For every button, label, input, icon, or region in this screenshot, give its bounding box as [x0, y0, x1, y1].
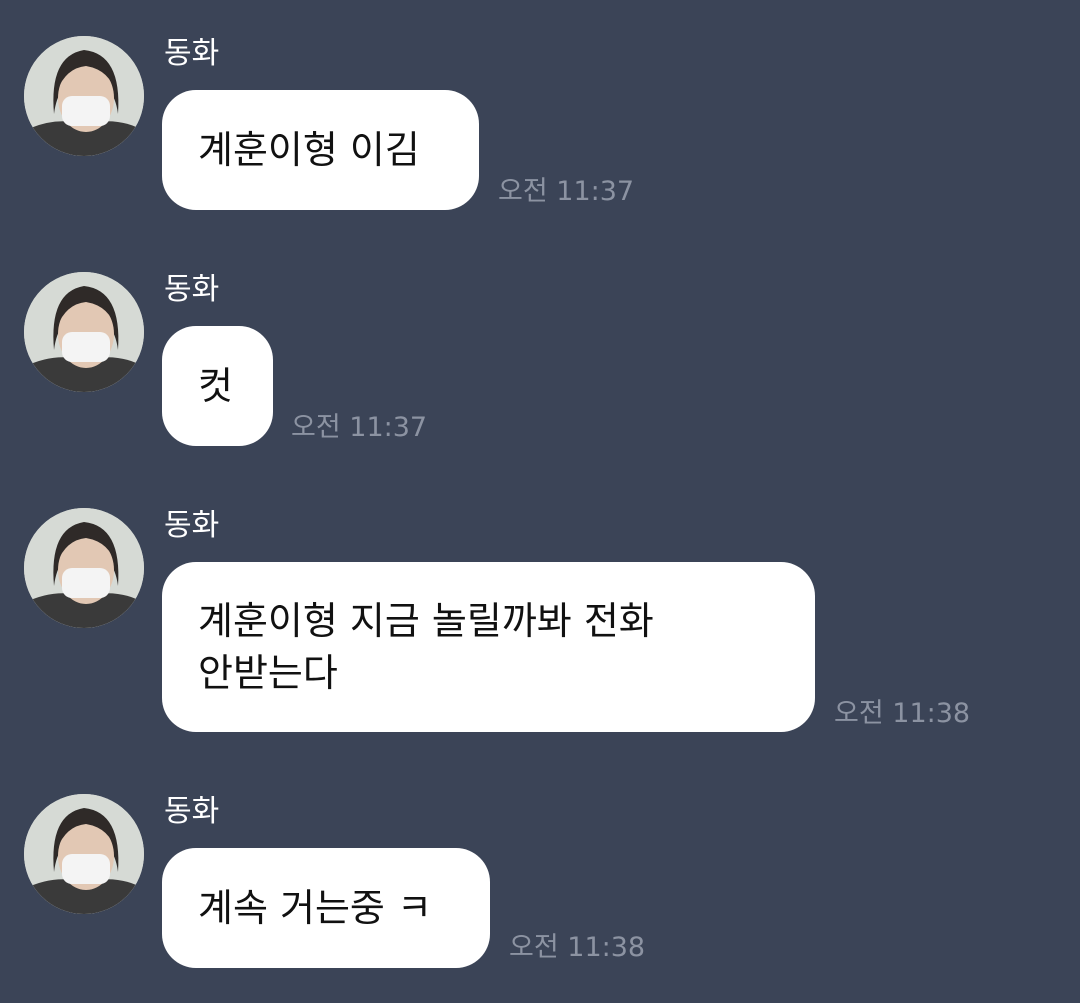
sender-name: 동화 — [164, 272, 220, 307]
message-text: 컷 — [198, 364, 233, 408]
message-time: 오전 11:37 — [498, 176, 635, 207]
message-time: 오전 11:37 — [291, 412, 428, 443]
message-bubble[interactable]: 계훈이형 지금 놀릴까봐 전화 안받는다 — [162, 562, 815, 732]
message-text: 계훈이형 지금 놀릴까봐 전화 안받는다 — [198, 599, 654, 695]
profile-photo — [24, 794, 144, 914]
profile-photo — [24, 36, 144, 156]
profile-photo — [24, 272, 144, 392]
message-text: 계속 거는중 ㅋ — [198, 886, 432, 930]
avatar[interactable] — [24, 508, 144, 628]
message-bubble[interactable]: 계속 거는중 ㅋ — [162, 848, 490, 968]
profile-photo — [24, 508, 144, 628]
message-text: 계훈이형 이김 — [198, 128, 420, 172]
sender-name: 동화 — [164, 508, 220, 543]
message-time: 오전 11:38 — [834, 698, 971, 729]
chat-screen: { "messages": [ { "sender": "동화", "text"… — [0, 0, 1080, 1003]
message-bubble[interactable]: 컷 — [162, 326, 273, 446]
sender-name: 동화 — [164, 794, 220, 829]
avatar[interactable] — [24, 36, 144, 156]
avatar[interactable] — [24, 794, 144, 914]
sender-name: 동화 — [164, 36, 220, 71]
message-time: 오전 11:38 — [509, 932, 646, 963]
avatar[interactable] — [24, 272, 144, 392]
message-bubble[interactable]: 계훈이형 이김 — [162, 90, 479, 210]
